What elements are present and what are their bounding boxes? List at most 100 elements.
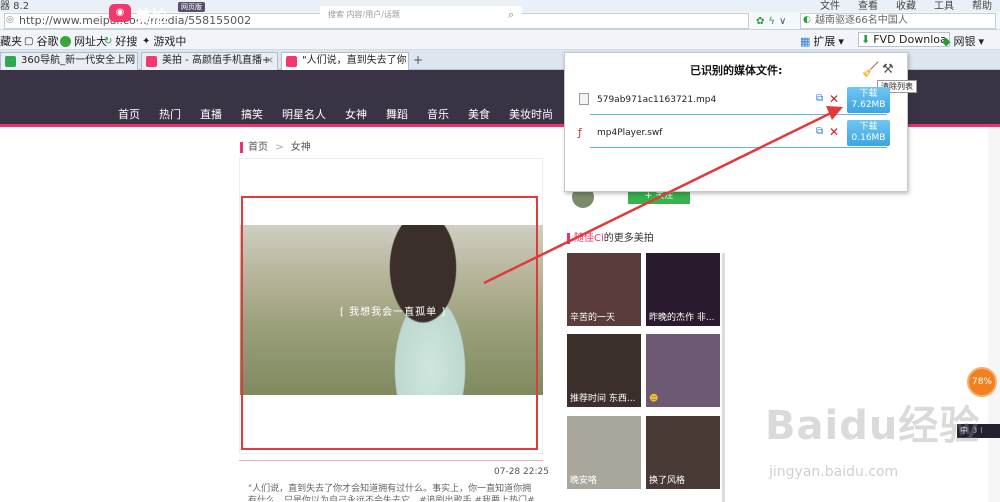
thumbnail-caption: 昨晚的杰作 非...	[649, 313, 715, 323]
bookmark-label: 好搜	[115, 35, 138, 48]
video-thumbnail[interactable]: 昨晚的杰作 非...	[646, 253, 720, 326]
close-icon[interactable]: ×	[397, 53, 405, 69]
address-actions: ✿ ϟ ∨	[756, 13, 786, 29]
search-icon: ↻	[104, 35, 113, 47]
tab-label: "人们说，直到失去了你	[302, 55, 407, 66]
video-thumbnail[interactable]: 辛苦的一天	[567, 253, 641, 326]
video-file-icon	[579, 93, 589, 105]
nav-beauty[interactable]: 美妆时尚	[509, 106, 553, 122]
breadcrumb-home[interactable]: 首页	[248, 142, 268, 153]
nav-food[interactable]: 美食	[468, 106, 490, 122]
online-bank-button[interactable]: ◆ 网银 ▾	[942, 33, 984, 49]
copy-icon[interactable]: ⧉	[816, 126, 823, 137]
page-scrollbar[interactable]	[988, 127, 1000, 502]
file-name: mp4Player.swf	[597, 128, 663, 138]
smile-icon: ☻	[649, 394, 659, 404]
video-thumbnail[interactable]: ☻	[646, 334, 720, 407]
extensions-label: 扩展	[813, 35, 836, 48]
security-icon[interactable]: ✿	[756, 16, 764, 27]
nav-music[interactable]: 音乐	[427, 106, 449, 122]
nav-celebrity[interactable]: 明星名人	[282, 106, 326, 122]
fvd-downloader-button[interactable]: ⬇ FVD Downloa	[858, 32, 950, 47]
video-thumbnail[interactable]: 推荐时间 东西...	[567, 334, 641, 407]
close-icon[interactable]: ×	[266, 53, 274, 69]
file-name: 579ab971ac1163721.mp4	[597, 95, 717, 105]
site-logo[interactable]: 美拍	[135, 3, 167, 27]
bookmark-label: 游戏中	[153, 35, 187, 48]
divider	[590, 147, 887, 148]
watermark-logo: Baidu经验	[765, 403, 981, 449]
menu-view[interactable]: 查看	[858, 0, 878, 12]
nav-hot[interactable]: 热门	[159, 106, 181, 122]
web-version-badge: 网页版	[178, 2, 205, 12]
breadcrumb: 首页 > 女神	[240, 142, 311, 153]
bookmark-favorites[interactable]: 藏夹	[0, 33, 22, 49]
file-size: 7.62MB	[851, 100, 886, 110]
site-search-input[interactable]: 搜索 内容/用户/话题	[320, 6, 522, 24]
menu-help[interactable]: 帮助	[972, 0, 992, 12]
fvd-icon: ⬇	[861, 33, 871, 46]
breadcrumb-separator: >	[275, 142, 284, 153]
chevron-down-icon: ▾	[978, 34, 984, 48]
dropdown-icon[interactable]: ∨	[779, 16, 786, 27]
thumbnail-caption: 辛苦的一天	[570, 313, 616, 323]
video-thumbnail[interactable]: 晚安咯	[567, 416, 641, 489]
delete-icon[interactable]: ✕	[829, 125, 839, 139]
search-input[interactable]: 越南驱逐66名中国人	[800, 13, 996, 29]
puzzle-icon: ▦	[800, 34, 811, 48]
home-icon	[60, 35, 71, 47]
popup-title: 已识别的媒体文件:	[690, 64, 783, 77]
new-tab-button[interactable]: +	[413, 53, 423, 67]
bookmark-games[interactable]: ✦ 游戏中	[142, 33, 186, 49]
fvd-label: FVD Downloa	[873, 33, 947, 46]
more-videos-suffix: 的更多美拍	[603, 233, 654, 244]
bookmark-label: 藏夹	[0, 35, 22, 48]
tools-icon[interactable]: ⚒	[882, 62, 894, 77]
globe-icon: ◎	[6, 15, 14, 25]
extensions-button[interactable]: ▦ 扩展 ▾	[800, 33, 844, 49]
menu-favorites[interactable]: 收藏	[896, 0, 916, 12]
tab-favicon	[5, 56, 16, 67]
thumbnail-caption: 晚安咯	[570, 476, 598, 486]
main-nav: 首页 热门 直播 搞笑 明星名人 女神 舞蹈 音乐 美食 美妆时尚 男神	[118, 106, 613, 122]
copy-icon[interactable]: ⧉	[816, 93, 823, 104]
video-thumbnail[interactable]: 换了风格	[646, 416, 720, 489]
menu-tools[interactable]: 工具	[934, 0, 954, 12]
tab-label: 360导航_新一代安全上网	[21, 55, 136, 66]
broom-icon[interactable]: 🧹	[862, 62, 879, 78]
bookmark-hao123[interactable]: 网址大	[60, 33, 107, 49]
bookmarks-bar: 藏夹 ▢ 谷歌 网址大 ↻ 好搜 ✦ 游戏中 ▦ 扩展 ▾ ⬇ FVD Downloa ◆ 网…	[0, 30, 1000, 50]
download-button[interactable]: 下载 0.16MB	[847, 120, 890, 146]
nav-dance[interactable]: 舞蹈	[386, 106, 408, 122]
menu-file[interactable]: 文件	[820, 0, 840, 12]
lightning-icon[interactable]: ϟ	[768, 16, 775, 27]
chevron-down-icon: ▾	[838, 34, 844, 48]
search-engine-icon[interactable]: ◐	[803, 15, 811, 25]
bookmark-haosou[interactable]: ↻ 好搜	[104, 33, 137, 49]
tab-360-nav[interactable]: 360导航_新一代安全上网	[0, 52, 138, 70]
bookmark-google[interactable]: ▢ 谷歌	[24, 33, 58, 49]
window-title: 器 8.2	[0, 1, 30, 12]
thumbnail-caption: 换了风格	[649, 476, 686, 486]
download-button[interactable]: 下载 7.62MB	[847, 87, 890, 113]
file-size: 0.16MB	[851, 133, 886, 143]
sidebar-scrollbar[interactable]	[722, 253, 725, 502]
thumbnail-caption: 推荐时间 东西...	[570, 394, 636, 404]
nav-goddess[interactable]: 女神	[345, 106, 367, 122]
camera-icon[interactable]: ◉	[109, 4, 131, 22]
breadcrumb-current[interactable]: 女神	[291, 142, 311, 153]
flash-file-icon: ƒ	[578, 126, 582, 139]
nav-home[interactable]: 首页	[118, 106, 140, 122]
delete-icon[interactable]: ✕	[829, 92, 839, 106]
nav-funny[interactable]: 搞笑	[241, 106, 263, 122]
menu-bar: 文件 查看 收藏 工具 帮助	[820, 0, 992, 12]
nav-live[interactable]: 直播	[200, 106, 222, 122]
search-icon[interactable]: ⌕	[508, 8, 514, 22]
highlight-box	[241, 196, 538, 450]
tab-favicon	[286, 56, 297, 67]
bank-icon: ◆	[942, 34, 951, 48]
author-name[interactable]: 随佳Ci	[574, 233, 604, 244]
gamepad-icon: ✦	[142, 35, 151, 47]
tab-current-video[interactable]: "人们说，直到失去了你 ×	[281, 52, 409, 70]
tab-meipai-home[interactable]: 美拍 - 高颜值手机直播+ ×	[141, 52, 278, 70]
